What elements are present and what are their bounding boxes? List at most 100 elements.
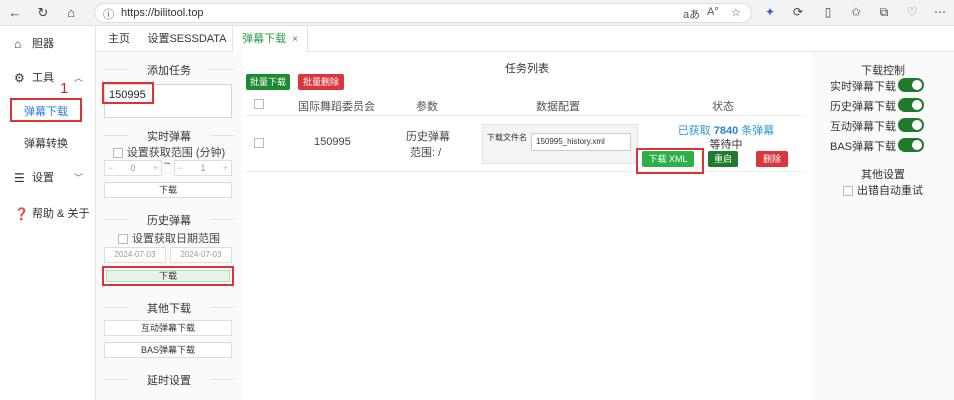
sidebar-item-label: 帮助 & 关于 xyxy=(32,208,90,220)
realtime-to-stepper[interactable]: − 1 + xyxy=(174,160,232,176)
refresh-extension-icon[interactable]: ⟳ xyxy=(790,5,806,19)
task-list-panel: 任务列表 批量下载 批量删除 国际舞蹈委员会 参数 数据配置 状态 150995… xyxy=(242,52,812,400)
toggle-knob xyxy=(912,100,922,110)
switch-row-history: 历史弹幕下载 xyxy=(812,98,954,113)
data-config-box: 下载文件名 150995_history.xml xyxy=(482,124,638,164)
text-size-icon[interactable]: A° xyxy=(707,6,719,18)
split-screen-icon[interactable]: ▯ xyxy=(820,5,836,19)
download-control-title: 下载控制 xyxy=(861,65,905,77)
reload-icon[interactable]: ↻ xyxy=(34,4,52,22)
switch-label: BAS弹幕下载 xyxy=(829,141,896,153)
collections-icon[interactable]: ⧉ xyxy=(876,5,892,20)
stepper-value: 0 xyxy=(130,163,136,173)
divider xyxy=(104,135,128,136)
param-range-cell: 范围: / xyxy=(410,147,442,159)
auto-retry-row[interactable]: 出错自动重试 xyxy=(812,182,954,198)
url-text[interactable]: https://bilitool.top xyxy=(121,7,204,19)
chevron-up-icon: ︿ xyxy=(74,73,84,83)
delay-settings-title: 延时设置 xyxy=(96,372,242,388)
column-header: 状态 xyxy=(712,101,734,113)
tab-label: 弹幕下载 xyxy=(242,33,287,45)
interactive-download-button[interactable]: 互动弹幕下载 xyxy=(104,320,232,336)
filename-label: 下载文件名 xyxy=(487,133,527,142)
realtime-range-checkbox[interactable] xyxy=(112,148,123,159)
close-icon[interactable]: × xyxy=(292,34,298,45)
delete-button[interactable]: 删除 xyxy=(756,151,788,167)
minus-icon[interactable]: − xyxy=(178,161,183,175)
info-icon[interactable]: ⓘ xyxy=(103,6,114,22)
download-control-panel: 下载控制 实时弹幕下载 历史弹幕下载 互动弹幕下载 BAS弹幕下载 其他设置 出… xyxy=(812,52,954,400)
column-header: 参数 xyxy=(416,101,438,113)
divider xyxy=(210,219,234,220)
history-from-date[interactable]: 2024-07-03 xyxy=(104,247,166,263)
section-title-text: 实时弹幕 xyxy=(147,131,191,143)
download-xml-button[interactable]: 下载 XML xyxy=(642,151,694,167)
row-checkbox[interactable] xyxy=(254,138,264,148)
gear-icon: ⚙ xyxy=(14,71,25,85)
section-title-text: 其他下载 xyxy=(147,303,191,315)
divider xyxy=(210,307,234,308)
tab-home[interactable]: 主页 xyxy=(96,26,142,52)
plus-icon[interactable]: + xyxy=(153,161,158,175)
switch-row-interactive: 互动弹幕下载 xyxy=(812,118,954,133)
select-all-checkbox[interactable] xyxy=(254,99,264,109)
divider xyxy=(104,307,128,308)
sidebar-item-danmaku-convert[interactable]: 弹幕转换 xyxy=(10,132,82,156)
auto-retry-checkbox[interactable] xyxy=(843,186,853,197)
sidebar-item-label: 设置 xyxy=(32,172,54,184)
home-icon[interactable]: ⌂ xyxy=(62,4,80,22)
sidebar: ⌂ 胆器 ⚙ 工具 ︿ 弹幕下载 弹幕转换 ☰ 设置 ﹀ ❓ 帮助 & 关于 xyxy=(0,26,96,400)
extension-icon[interactable]: ✦ xyxy=(762,5,778,19)
filename-input[interactable]: 150995_history.xml xyxy=(531,133,631,151)
history-range-checkbox-row[interactable]: 设置获取日期范围 xyxy=(96,230,242,246)
switch-label: 实时弹幕下载 xyxy=(830,81,896,93)
sidebar-item-home[interactable]: ⌂ 胆器 xyxy=(0,32,96,56)
tab-sessdata[interactable]: 设置SESSDATA xyxy=(142,26,232,52)
sidebar-item-settings[interactable]: ☰ 设置 ﹀ xyxy=(0,166,96,190)
tab-bar: 主页 设置SESSDATA 弹幕下载 × xyxy=(96,26,954,53)
sidebar-item-danmaku-download[interactable]: 弹幕下载 xyxy=(10,98,82,122)
plus-icon[interactable]: + xyxy=(223,161,228,175)
bas-download-button[interactable]: BAS弹幕下载 xyxy=(104,342,232,358)
favorite-star-icon[interactable]: ☆ xyxy=(731,6,741,19)
sidebar-item-tools[interactable]: ⚙ 工具 ︿ xyxy=(0,66,96,90)
sidebar-item-label: 工具 xyxy=(32,72,54,84)
sliders-icon: ☰ xyxy=(14,171,25,185)
highlight-box-2 xyxy=(102,82,154,104)
interactive-download-toggle[interactable] xyxy=(898,118,924,132)
history-download-highlight: 下载 xyxy=(102,266,234,286)
history-range-checkbox[interactable] xyxy=(118,234,128,245)
divider xyxy=(210,379,234,380)
sidebar-item-help[interactable]: ❓ 帮助 & 关于 xyxy=(0,202,96,226)
favorites-icon[interactable]: ✩ xyxy=(848,5,864,19)
tab-danmaku-download[interactable]: 弹幕下载 × xyxy=(232,26,308,53)
realtime-download-button[interactable]: 下载 xyxy=(104,182,232,198)
checkbox-label: 设置获取日期范围 xyxy=(132,233,220,245)
toggle-knob xyxy=(912,140,922,150)
divider xyxy=(104,219,128,220)
back-icon[interactable]: ← xyxy=(6,4,24,22)
read-aloud-icon[interactable]: aあ xyxy=(683,6,700,22)
restart-button[interactable]: 重启 xyxy=(708,151,738,167)
range-separator: ~ xyxy=(164,158,171,170)
minus-icon[interactable]: − xyxy=(108,161,113,175)
toggle-knob xyxy=(912,80,922,90)
bas-download-toggle[interactable] xyxy=(898,138,924,152)
switch-row-realtime: 实时弹幕下载 xyxy=(812,78,954,93)
more-menu-icon[interactable]: ⋯ xyxy=(932,5,948,19)
other-settings-title: 其他设置 xyxy=(861,169,905,181)
address-bar[interactable]: ⓘ https://bilitool.top aあ A° ☆ xyxy=(94,3,752,23)
section-title-text: 添加任务 xyxy=(147,65,191,77)
table-header: 国际舞蹈委员会 参数 数据配置 状态 xyxy=(246,94,806,116)
realtime-download-toggle[interactable] xyxy=(898,78,924,92)
batch-delete-button[interactable]: 批量删除 xyxy=(298,74,344,90)
batch-download-button[interactable]: 批量下载 xyxy=(246,74,290,90)
realtime-from-stepper[interactable]: − 0 + xyxy=(104,160,162,176)
history-download-toggle[interactable] xyxy=(898,98,924,112)
checkbox-label: 出错自动重试 xyxy=(857,185,923,197)
other-download-title: 其他下载 xyxy=(96,300,242,316)
browser-essentials-icon[interactable]: ♡ xyxy=(904,5,920,19)
column-header: 国际舞蹈委员会 xyxy=(298,101,375,113)
history-to-date[interactable]: 2024-07-03 xyxy=(170,247,232,263)
history-download-button[interactable]: 下载 xyxy=(106,270,230,282)
